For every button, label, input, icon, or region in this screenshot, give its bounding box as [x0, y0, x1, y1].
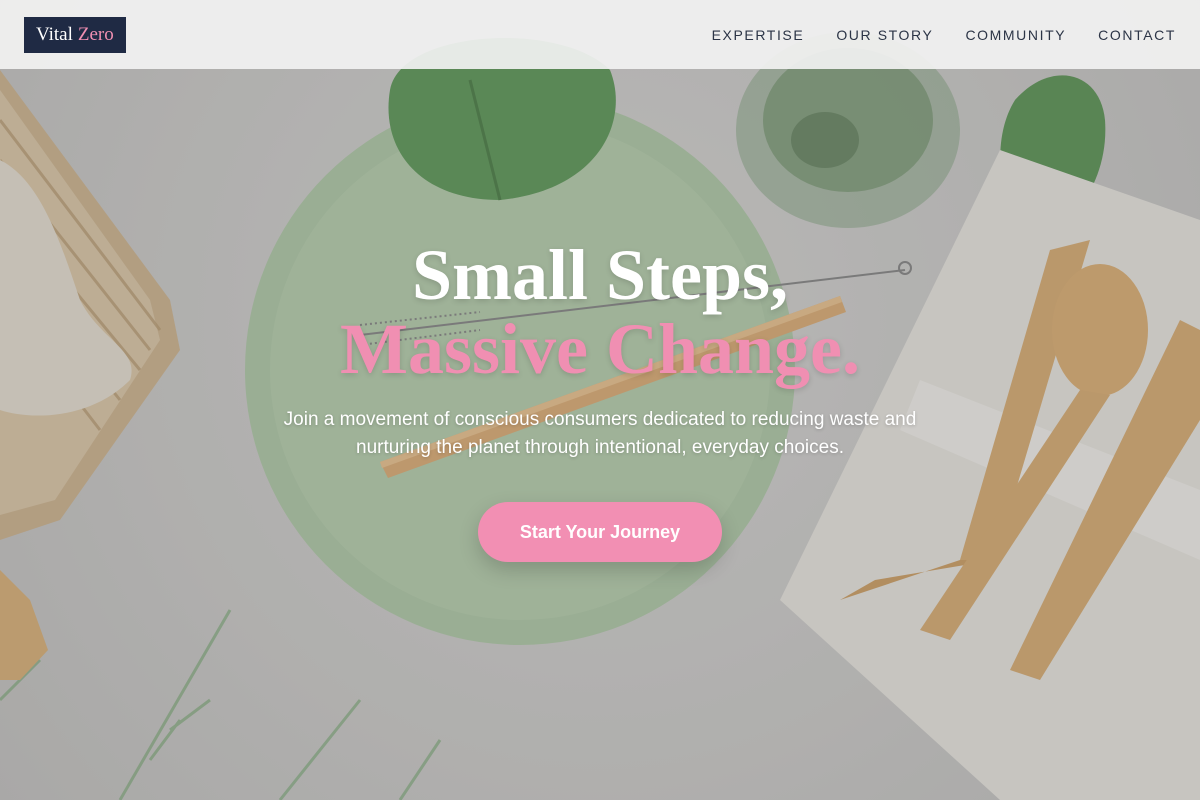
hero-title-line2: Massive Change. [340, 309, 860, 389]
nav-item-our-story[interactable]: OUR STORY [836, 27, 933, 43]
brand-logo[interactable]: Vital Zero [24, 16, 126, 53]
hero-subtitle: Join a movement of conscious consumers d… [283, 409, 917, 458]
start-journey-button[interactable]: Start Your Journey [478, 502, 722, 562]
brand-name-accent: Zero [77, 23, 114, 45]
hero-background [0, 0, 1200, 800]
main-nav: EXPERTISE OUR STORY COMMUNITY CONTACT [712, 27, 1176, 43]
hero-title: Small Steps, Massive Change. [0, 238, 1200, 386]
nav-item-contact[interactable]: CONTACT [1098, 27, 1176, 43]
overlay-veil [0, 0, 1200, 800]
brand-name-primary: Vital [36, 23, 73, 45]
hero-title-line1: Small Steps, [411, 235, 789, 315]
nav-item-expertise[interactable]: EXPERTISE [712, 27, 805, 43]
site-header: Vital Zero EXPERTISE OUR STORY COMMUNITY… [0, 0, 1200, 69]
nav-item-community[interactable]: COMMUNITY [965, 27, 1066, 43]
